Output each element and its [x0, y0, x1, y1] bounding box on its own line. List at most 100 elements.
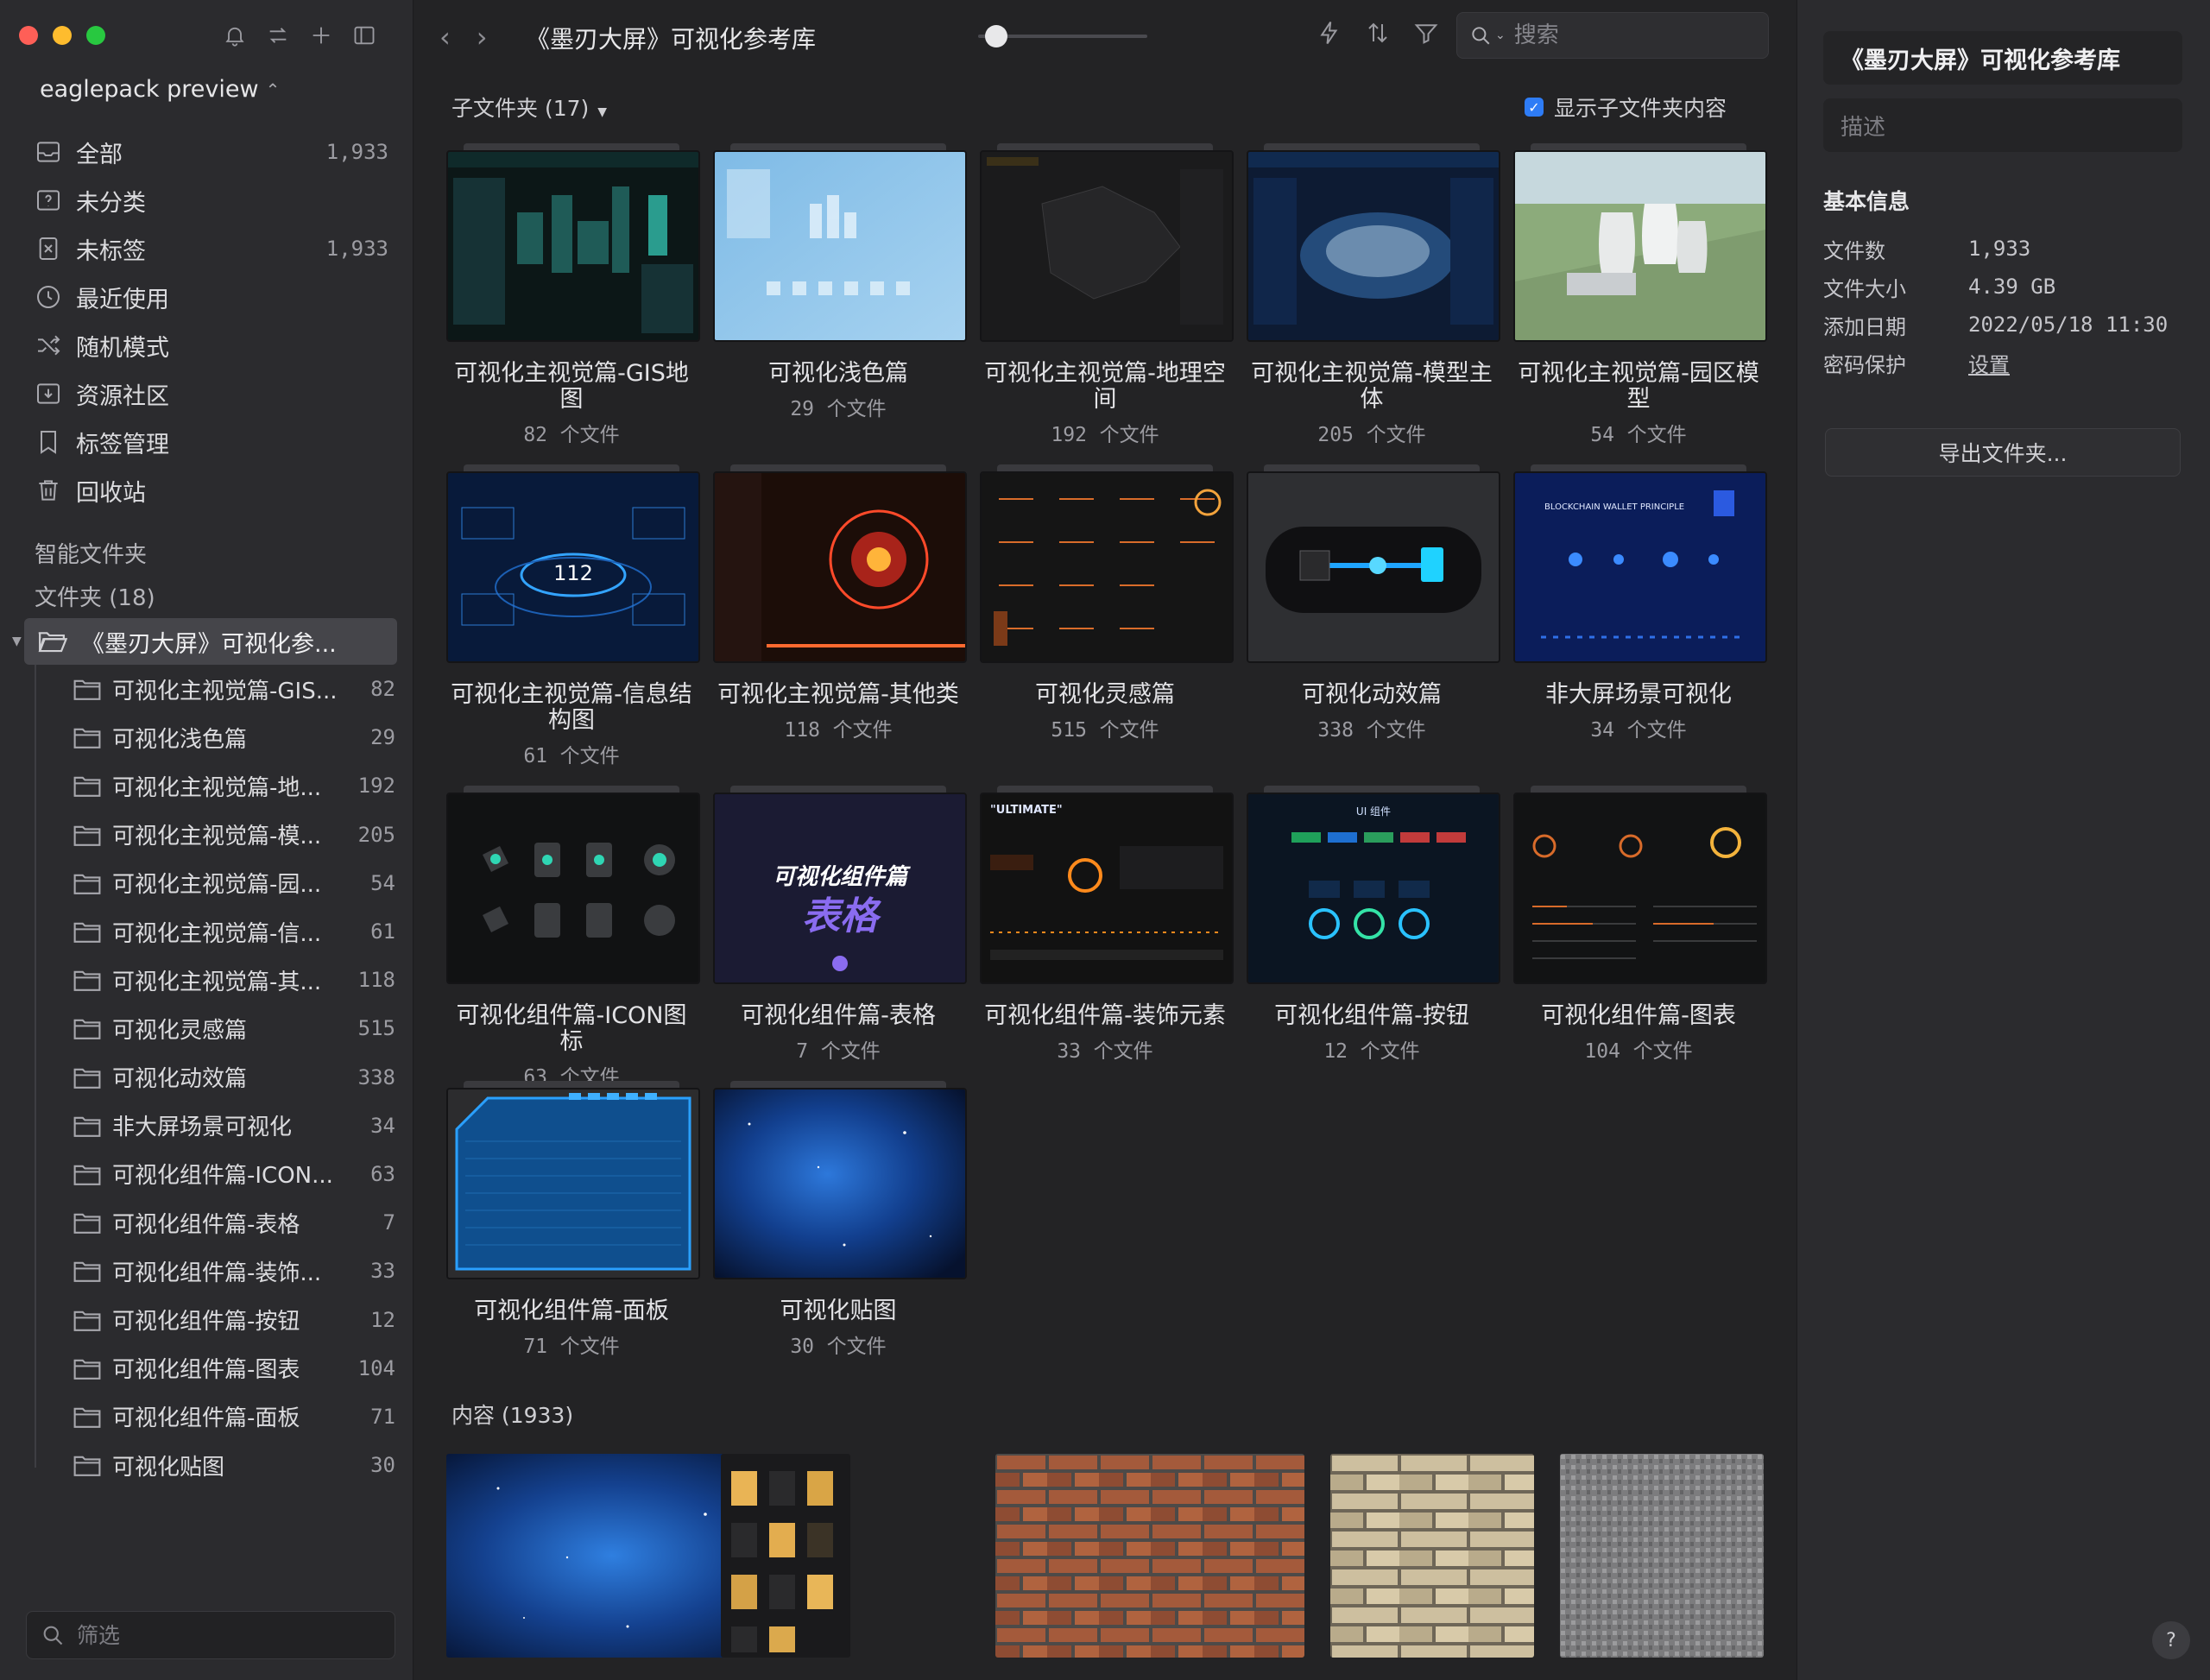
folder-thumbnail[interactable]: [980, 150, 1234, 342]
tree-folder-item[interactable]: 可视化组件篇-面板 71: [24, 1393, 397, 1441]
nav-recent[interactable]: 最近使用: [35, 273, 388, 321]
subfolder-header[interactable]: 子文件夹 (17) ▼: [451, 92, 607, 123]
subfolder-card[interactable]: 可视化主视觉篇-GIS地图 82 个文件: [446, 143, 700, 447]
folder-name-field[interactable]: 《墨刃大屏》可视化参考库: [1823, 31, 2182, 85]
content-item-red-brick[interactable]: [995, 1454, 1304, 1658]
disclosure-triangle-icon[interactable]: ▼: [12, 635, 22, 648]
close-window-button[interactable]: [19, 26, 38, 45]
subfolder-card[interactable]: 可视化组件篇-图表 104 个文件: [1513, 786, 1767, 1064]
subfolder-card[interactable]: UI 组件 可视化组件篇-按钮 12 个文件: [1247, 786, 1500, 1064]
subfolder-card[interactable]: 可视化主视觉篇-其他类 118 个文件: [713, 464, 967, 742]
tree-folder-item[interactable]: 可视化贴图 30: [24, 1441, 397, 1489]
nav-community[interactable]: 资源社区: [35, 369, 388, 418]
chevron-down-icon[interactable]: ⌄: [1495, 28, 1506, 42]
nav-trash[interactable]: 回收站: [35, 466, 388, 515]
subfolder-card[interactable]: 可视化组件篇-面板 71 个文件: [446, 1081, 700, 1359]
library-switcher[interactable]: eaglepack preview ⌃: [40, 76, 280, 103]
folder-thumbnail[interactable]: [446, 150, 700, 342]
tree-folder-item[interactable]: 可视化主视觉篇-其... 118: [24, 956, 397, 1004]
folder-thumbnail[interactable]: [446, 793, 700, 984]
sync-icon[interactable]: [266, 21, 290, 50]
subfolder-card[interactable]: 可视化灵感篇 515 个文件: [980, 464, 1234, 742]
password-set-link[interactable]: 设置: [1968, 348, 2010, 378]
tree-folder-item[interactable]: 可视化组件篇-表格 7: [24, 1198, 397, 1247]
tree-folder-item[interactable]: 可视化组件篇-装饰... 33: [24, 1247, 397, 1295]
tree-folder-label: 可视化组件篇-ICON...: [112, 1163, 333, 1190]
tree-folder-item[interactable]: 可视化主视觉篇-地... 192: [24, 761, 397, 810]
subfolder-card[interactable]: "ULTIMATE" 可视化组件篇-装饰元素 33 个文件: [980, 786, 1234, 1064]
slider-knob[interactable]: [985, 25, 1007, 47]
folder-thumbnail[interactable]: [1513, 150, 1767, 342]
tree-folder-item[interactable]: 可视化灵感篇 515: [24, 1004, 397, 1052]
subfolder-card[interactable]: 可视化主视觉篇-地理空间 192 个文件: [980, 143, 1234, 447]
content-item-building[interactable]: [721, 1454, 850, 1658]
tree-folder-item[interactable]: 可视化组件篇-按钮 12: [24, 1295, 397, 1343]
content-item-stone-wall[interactable]: [1330, 1454, 1534, 1658]
tree-folder-item[interactable]: 可视化主视觉篇-模... 205: [24, 811, 397, 859]
nav-tag-management[interactable]: 标签管理: [35, 418, 388, 466]
folder-thumbnail[interactable]: [1513, 793, 1767, 984]
folders-header[interactable]: 文件夹 (18): [35, 580, 155, 612]
subfolder-card[interactable]: 可视化组件篇-ICON图标 63 个文件: [446, 786, 700, 1089]
folder-thumbnail[interactable]: BLOCKCHAIN WALLET PRINCIPLE: [1513, 471, 1767, 663]
search-input[interactable]: [1512, 22, 1749, 49]
thumbnail-size-slider[interactable]: [978, 25, 1147, 47]
tree-folder-item[interactable]: 可视化主视觉篇-信... 61: [24, 907, 397, 956]
subfolder-card[interactable]: 112 可视化主视觉篇-信息结构图 61 个文件: [446, 464, 700, 768]
subfolder-card[interactable]: 可视化动效篇 338 个文件: [1247, 464, 1500, 742]
nav-all[interactable]: 全部 1,933: [35, 128, 388, 176]
sort-icon[interactable]: [1365, 19, 1391, 47]
tree-folder-item[interactable]: 可视化主视觉篇-GIS... 82: [24, 665, 397, 713]
folder-thumbnail[interactable]: 可视化组件篇 表格: [713, 793, 967, 984]
filter-funnel-icon[interactable]: [1413, 19, 1439, 47]
nav-uncategorized[interactable]: 未分类: [35, 176, 388, 224]
folder-thumbnail[interactable]: [446, 1088, 700, 1279]
folder-thumbnail[interactable]: [713, 471, 967, 663]
nav-random[interactable]: 随机模式: [35, 321, 388, 369]
subfolder-card[interactable]: 可视化主视觉篇-园区模型 54 个文件: [1513, 143, 1767, 447]
help-button[interactable]: ?: [2152, 1621, 2190, 1659]
subfolder-card[interactable]: 可视化浅色篇 29 个文件: [713, 143, 967, 421]
folder-thumbnail[interactable]: [980, 471, 1234, 663]
filter-input[interactable]: [75, 1621, 372, 1649]
nav-untagged[interactable]: 未标签 1,933: [35, 224, 388, 273]
folder-thumbnail[interactable]: "ULTIMATE": [980, 793, 1234, 984]
subfolder-card[interactable]: 可视化主视觉篇-模型主体 205 个文件: [1247, 143, 1500, 447]
folder-thumbnail[interactable]: 112: [446, 471, 700, 663]
checkbox-checked-icon[interactable]: ✓: [1524, 98, 1544, 117]
content-item-gravel[interactable]: [1560, 1454, 1764, 1658]
smart-folders-header[interactable]: 智能文件夹: [35, 537, 147, 569]
description-field[interactable]: 描述: [1823, 98, 2182, 152]
bell-icon[interactable]: [223, 21, 247, 50]
export-folder-button[interactable]: 导出文件夹...: [1825, 428, 2181, 477]
folder-thumbnail[interactable]: [713, 1088, 967, 1279]
page-title: 《墨刃大屏》可视化参考库: [526, 25, 817, 54]
folder-name: 可视化浅色篇: [768, 360, 908, 387]
folder-thumbnail[interactable]: UI 组件: [1247, 793, 1500, 984]
lightning-icon[interactable]: [1317, 19, 1342, 47]
tree-folder-item[interactable]: 非大屏场景可视化 34: [24, 1102, 397, 1150]
back-icon[interactable]: ‹: [439, 21, 451, 54]
plus-icon[interactable]: [309, 21, 333, 50]
minimize-window-button[interactable]: [53, 26, 72, 45]
folder-count-value: 30: [790, 1336, 815, 1358]
tree-root-folder[interactable]: ▼ 《墨刃大屏》可视化参...: [12, 618, 397, 665]
zoom-window-button[interactable]: [86, 26, 105, 45]
folder-thumbnail[interactable]: [1247, 471, 1500, 663]
subfolder-card[interactable]: BLOCKCHAIN WALLET PRINCIPLE 非大屏场景可视化 34 个文…: [1513, 464, 1767, 742]
sidebar-toggle-icon[interactable]: [352, 21, 376, 50]
tree-folder-item[interactable]: 可视化主视觉篇-园... 54: [24, 859, 397, 907]
folder-count-value: 118: [784, 719, 820, 742]
folder-thumbnail[interactable]: [1247, 150, 1500, 342]
folder-thumbnail[interactable]: [713, 150, 967, 342]
tree-folder-item[interactable]: 可视化浅色篇 29: [24, 713, 397, 761]
subfolder-card[interactable]: 可视化贴图 30 个文件: [713, 1081, 967, 1359]
folder-count-value: 12: [1323, 1040, 1348, 1063]
tree-folder-item[interactable]: 可视化组件篇-ICON... 63: [24, 1150, 397, 1198]
subfolder-card[interactable]: 可视化组件篇 表格 可视化组件篇-表格 7 个文件: [713, 786, 967, 1064]
forward-icon[interactable]: ›: [477, 21, 488, 54]
show-subfolder-toggle[interactable]: ✓ 显示子文件夹内容: [1524, 92, 1727, 123]
tree-folder-item[interactable]: 可视化动效篇 338: [24, 1053, 397, 1102]
tree-folder-item[interactable]: 可视化组件篇-图表 104: [24, 1344, 397, 1393]
sidebar-toolbar: [223, 21, 376, 50]
